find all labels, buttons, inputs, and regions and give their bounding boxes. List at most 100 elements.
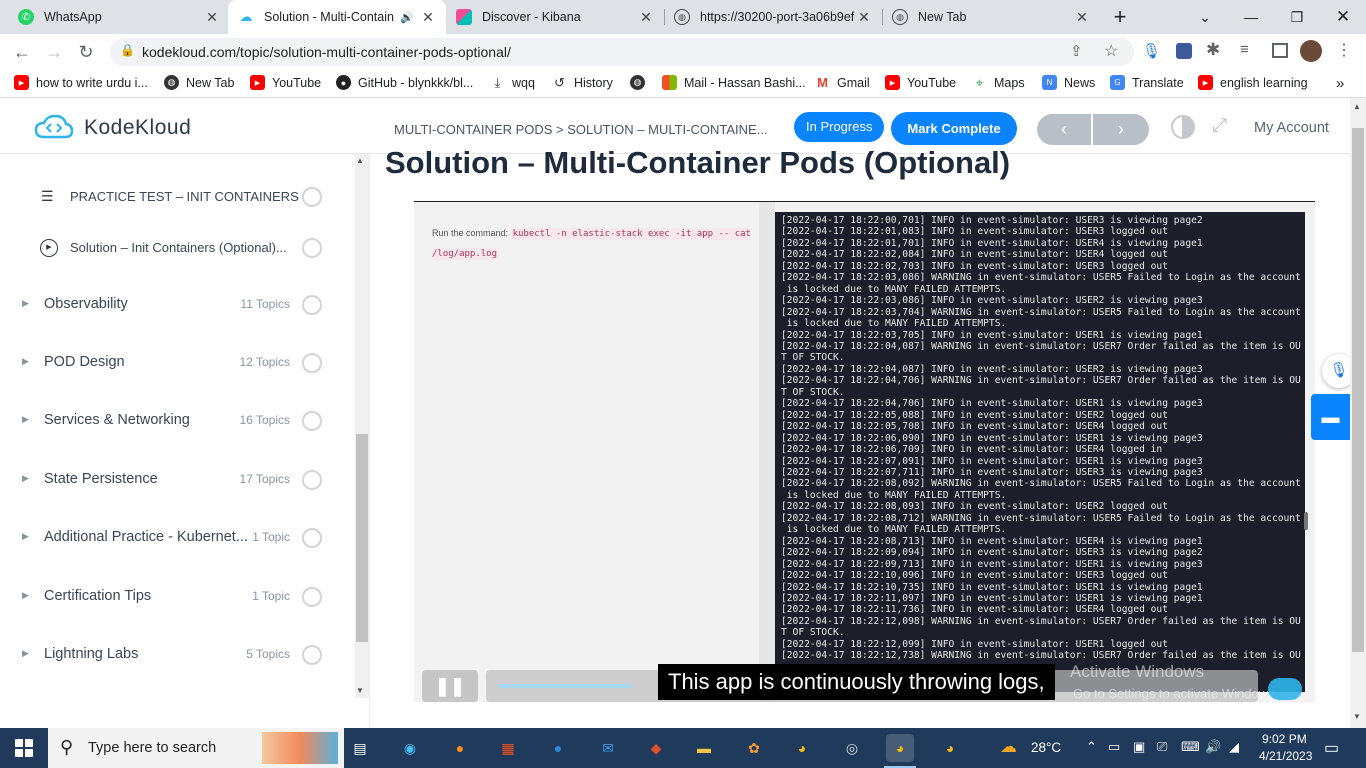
bookmark-item[interactable]: ▶ YouTube <box>250 75 321 90</box>
close-window-icon[interactable]: ✕ <box>1320 0 1366 34</box>
weather-temp[interactable]: 28°C <box>1031 740 1061 755</box>
side-panel-icon[interactable] <box>1272 43 1288 58</box>
chat-widget-icon[interactable]: ▬ <box>1311 394 1350 440</box>
mark-complete-button[interactable]: Mark Complete <box>891 112 1017 145</box>
close-icon[interactable]: ✕ <box>856 9 872 26</box>
theme-toggle-icon[interactable] <box>1171 115 1195 139</box>
scroll-up-icon[interactable]: ▲ <box>1353 102 1361 111</box>
firefox-icon[interactable]: ● <box>446 734 474 762</box>
app-icon[interactable]: ◆ <box>642 734 670 762</box>
close-icon[interactable]: ✕ <box>638 9 654 26</box>
bookmark-item[interactable]: ● GitHub - blynkkk/bl... <box>336 75 473 90</box>
my-account-link[interactable]: My Account <box>1254 120 1329 136</box>
store-icon[interactable]: ▦ <box>494 734 522 762</box>
share-icon[interactable]: ⇪ <box>1070 42 1083 60</box>
show-hidden-icons[interactable]: ⌃ <box>1086 739 1097 755</box>
obs-icon[interactable]: ◎ <box>838 734 866 762</box>
section-item-services-networking[interactable]: ▶ Services & Networking 16 Topics <box>0 392 350 450</box>
keyboard-icon[interactable]: ⌨ <box>1181 739 1200 755</box>
clock-date[interactable]: 4/21/2023 <box>1259 749 1312 763</box>
webcam-icon[interactable]: ⎚ <box>1157 739 1167 755</box>
chrome-active-icon[interactable]: ◕ <box>886 734 914 762</box>
bookmark-item[interactable]: ↺ History <box>552 75 613 90</box>
scrollbar-thumb[interactable] <box>356 434 368 642</box>
scroll-up-icon[interactable]: ▲ <box>356 156 364 165</box>
scroll-down-icon[interactable]: ▼ <box>1353 712 1361 721</box>
close-icon[interactable]: ✕ <box>204 9 220 26</box>
scroll-down-icon[interactable]: ▼ <box>356 686 364 695</box>
edge-icon[interactable]: ◉ <box>396 734 424 762</box>
forward-icon[interactable]: → <box>40 38 68 66</box>
volume-icon[interactable]: 🔊 <box>1205 739 1221 755</box>
breadcrumb[interactable]: MULTI-CONTAINER PODS > SOLUTION – MULTI-… <box>394 122 768 137</box>
bookmark-item[interactable]: ▶ YouTube <box>885 75 956 90</box>
settings-app-icon[interactable]: ✿ <box>740 734 768 762</box>
terminal-line: [2022-04-17 18:22:06,090] INFO in event-… <box>781 432 1203 444</box>
tab-kibana[interactable]: Discover - Kibana ✕ <box>446 0 664 34</box>
maximize-icon[interactable]: ❐ <box>1274 0 1320 34</box>
extensions-icon[interactable]: ✱ <box>1206 40 1220 60</box>
bookmark-label: GitHub - blynkkk/bl... <box>358 75 474 90</box>
menu-dots-icon[interactable]: ⋮ <box>1336 40 1352 60</box>
bookmark-item[interactable]: ◍ <box>630 75 652 90</box>
bookmark-item[interactable]: ⌖ Maps <box>972 75 1025 90</box>
lesson-item[interactable]: ▶ Solution – Init Containers (Optional).… <box>0 218 350 276</box>
new-tab-icon[interactable]: + <box>1108 5 1132 29</box>
tab-new[interactable]: ◍ New Tab ✕ <box>882 0 1100 34</box>
download-extension-icon[interactable] <box>1176 43 1192 59</box>
notification-icon[interactable]: ▭ <box>1324 738 1339 758</box>
section-item-observability[interactable]: ▶ Observability 11 Topics <box>0 276 350 334</box>
close-icon[interactable]: ✕ <box>1074 9 1090 26</box>
reload-icon[interactable]: ↻ <box>72 38 100 66</box>
windows-start-icon[interactable] <box>10 734 38 762</box>
bookmark-item[interactable]: N News <box>1042 75 1095 90</box>
brand-name[interactable]: KodeKloud <box>84 116 191 140</box>
more-bookmarks-icon[interactable]: » <box>1336 75 1344 92</box>
mail-icon[interactable]: ✉ <box>594 734 622 762</box>
wifi-icon[interactable]: ◢ <box>1229 739 1239 755</box>
bookmark-item[interactable]: M Gmail <box>815 75 870 90</box>
page-scrollbar[interactable]: ▲ ▼ <box>1350 98 1366 728</box>
sidebar-scrollbar[interactable]: ▲ ▼ <box>355 154 369 698</box>
scrollbar-thumb[interactable] <box>1352 128 1364 652</box>
tab-whatsapp[interactable]: ✆ WhatsApp ✕ <box>8 0 230 34</box>
speaker-icon[interactable]: 🔊 <box>400 11 414 24</box>
kodekloud-logo-icon[interactable] <box>34 113 74 141</box>
chrome-profile-icon[interactable]: ◕ <box>936 734 964 762</box>
section-item-certification-tips[interactable]: ▶ Certification Tips 1 Topic <box>0 568 350 626</box>
section-item-pod-design[interactable]: ▶ POD Design 12 Topics <box>0 334 350 392</box>
section-item-additional-practice[interactable]: ▶ Additional Practice - Kubernet... 1 To… <box>0 509 350 567</box>
task-view-icon[interactable]: ▤ <box>346 734 374 762</box>
star-icon[interactable]: ☆ <box>1104 41 1118 61</box>
tab-search-icon[interactable]: ⌄ <box>1182 0 1228 34</box>
profile-avatar[interactable] <box>1300 40 1322 62</box>
chrome-icon[interactable]: ◕ <box>788 734 816 762</box>
pause-button[interactable]: ❚❚ <box>422 670 478 702</box>
minimize-icon[interactable]: — <box>1228 0 1274 34</box>
taskbar-search-box[interactable]: ⚲ Type here to search <box>48 728 344 768</box>
next-lesson-button[interactable]: › <box>1093 114 1149 145</box>
clock-time[interactable]: 9:02 PM <box>1262 732 1307 746</box>
bookmark-item[interactable]: ▶ english learning <box>1198 75 1308 90</box>
section-item-lightning-labs[interactable]: ▶ Lightning Labs 5 Topics <box>0 626 350 684</box>
tab-port[interactable]: ◍ https://30200-port-3a06b9ef ✕ <box>664 0 882 34</box>
address-bar[interactable]: 🔒 kodekloud.com/topic/solution-multi-con… <box>110 38 1134 66</box>
battery-icon[interactable]: ▭ <box>1108 739 1120 755</box>
video-player[interactable]: Run the command: kubectl -n elastic-stac… <box>414 202 1315 702</box>
bookmark-item[interactable]: G Translate <box>1110 75 1184 90</box>
display-icon[interactable]: ▣ <box>1133 739 1145 755</box>
skype-icon[interactable]: ● <box>544 734 572 762</box>
mic-extension-icon[interactable]: 🎙 <box>1142 42 1161 60</box>
bookmark-item[interactable]: Mail - Hassan Bashi... <box>662 75 806 90</box>
bookmark-item[interactable]: ◍ New Tab <box>164 75 234 90</box>
previous-lesson-button[interactable]: ‹ <box>1037 114 1091 145</box>
bookmark-item[interactable]: ▶ how to write urdu i... <box>14 75 148 90</box>
tab-kodekloud[interactable]: ☁ Solution - Multi-Contain 🔊 ✕ <box>228 0 446 34</box>
close-icon[interactable]: ✕ <box>420 9 436 26</box>
file-explorer-icon[interactable]: ▬ <box>690 734 718 762</box>
section-item-state-persistence[interactable]: ▶ State Persistence 17 Topics <box>0 451 350 509</box>
bookmark-item[interactable]: ⤓ wqq <box>490 75 535 90</box>
back-icon[interactable]: ← <box>8 38 36 66</box>
fullscreen-icon[interactable]: ⤢ <box>1212 115 1227 137</box>
media-icon[interactable]: ≡ <box>1240 41 1249 58</box>
